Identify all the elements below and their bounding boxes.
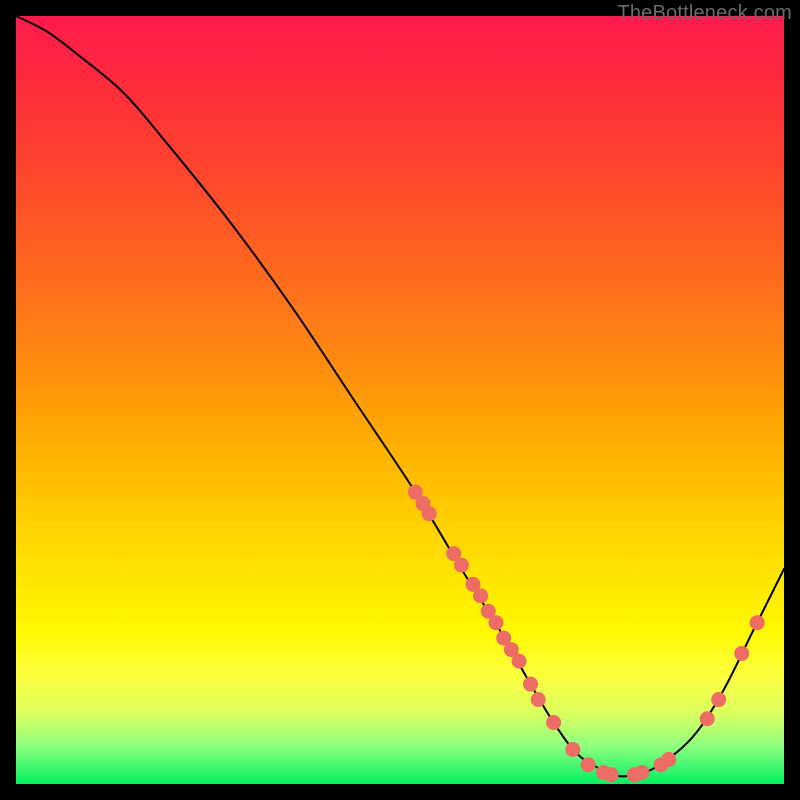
scatter-point (473, 588, 488, 603)
scatter-point (661, 752, 676, 767)
scatter-point (422, 506, 437, 521)
watermark-text: TheBottleneck.com (617, 2, 792, 25)
scatter-point (734, 646, 749, 661)
scatter-points (408, 485, 765, 783)
plot-area (16, 16, 784, 784)
scatter-point (750, 615, 765, 630)
scatter-point (454, 558, 469, 573)
chart-container: TheBottleneck.com (0, 0, 800, 800)
bottleneck-curve (16, 16, 784, 776)
scatter-point (581, 757, 596, 772)
scatter-point (546, 715, 561, 730)
scatter-point (604, 767, 619, 782)
scatter-point (634, 765, 649, 780)
scatter-point (523, 677, 538, 692)
scatter-point (531, 692, 546, 707)
curve-svg (16, 16, 784, 784)
scatter-point (512, 654, 527, 669)
scatter-point (489, 615, 504, 630)
scatter-point (700, 711, 715, 726)
scatter-point (565, 742, 580, 757)
scatter-point (711, 692, 726, 707)
